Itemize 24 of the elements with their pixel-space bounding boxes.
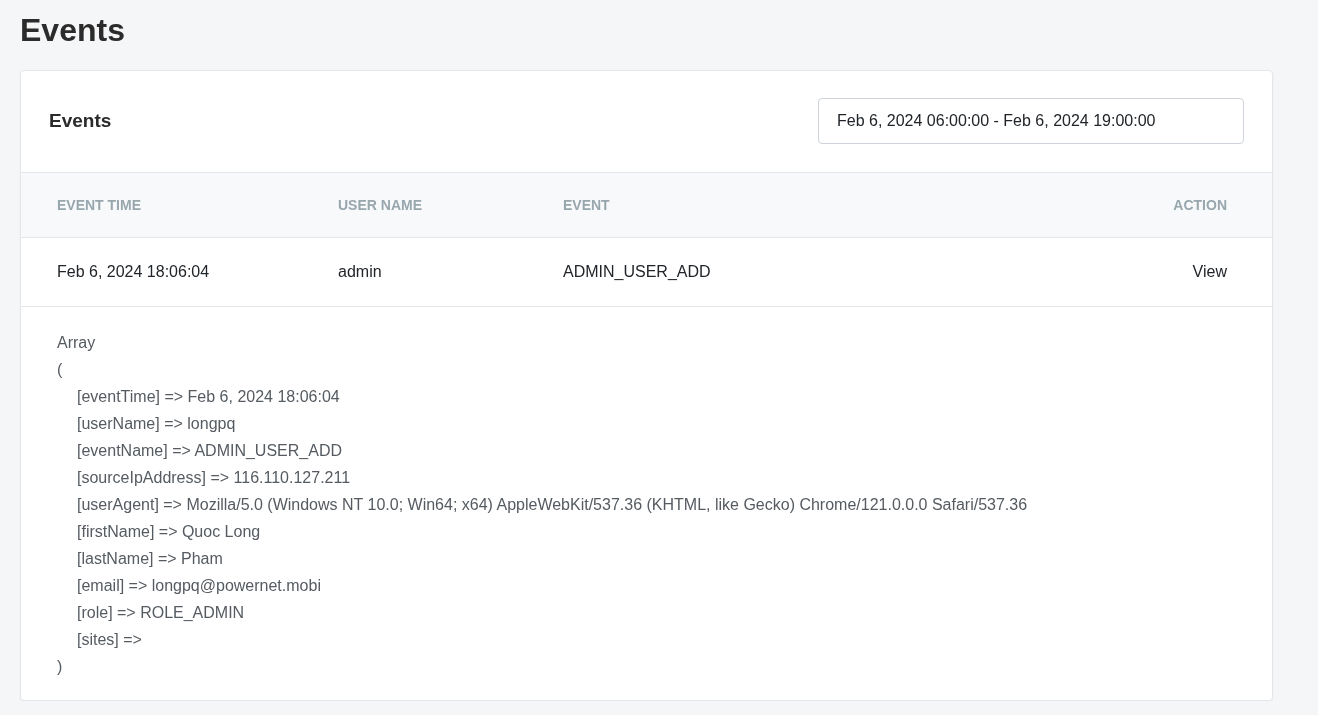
- column-header: EVENT: [563, 197, 611, 213]
- detail-line: [lastName] => Pham: [77, 549, 223, 569]
- detail-line: [role] => ROLE_ADMIN: [77, 603, 245, 623]
- column-header: USER NAME: [338, 197, 423, 213]
- column-header: EVENT TIME: [57, 197, 142, 213]
- page-title: Events: [20, 11, 125, 50]
- detail-line: [email] => longpq@powernet.mobi: [77, 576, 321, 596]
- detail-line: [firstName] => Quoc Long: [77, 522, 261, 542]
- detail-line: [eventName] => ADMIN_USER_ADD: [77, 441, 342, 461]
- detail-line: ): [57, 657, 63, 677]
- date-range-field[interactable]: Feb 6, 2024 06:00:00 - Feb 6, 2024 19:00:00: [818, 98, 1244, 144]
- detail-line: [sites] =>: [77, 630, 142, 650]
- detail-line: [userName] => longpq: [77, 414, 236, 434]
- detail-line: (: [57, 360, 63, 380]
- table-cell-text: admin: [338, 263, 383, 281]
- detail-line: Array: [57, 333, 96, 353]
- detail-line: [sourceIpAddress] => 116.110.127.211: [77, 468, 351, 488]
- card-title: Events: [49, 110, 112, 132]
- detail-line: [userAgent] => Mozilla/5.0 (Windows NT 10.0; Win64; x64) AppleWebKit/537.36 (KHTML, like Gecko) Chrome/121.0.0.0 Safari/537.36: [77, 495, 1028, 515]
- table-cell-text: ADMIN_USER_ADD: [563, 263, 712, 281]
- view-link[interactable]: View: [1192, 263, 1227, 280]
- detail-line: [eventTime] => Feb 6, 2024 18:06:04: [77, 387, 340, 407]
- column-header: ACTION: [1173, 197, 1227, 213]
- table-cell-text: Feb 6, 2024 18:06:04: [57, 263, 211, 281]
